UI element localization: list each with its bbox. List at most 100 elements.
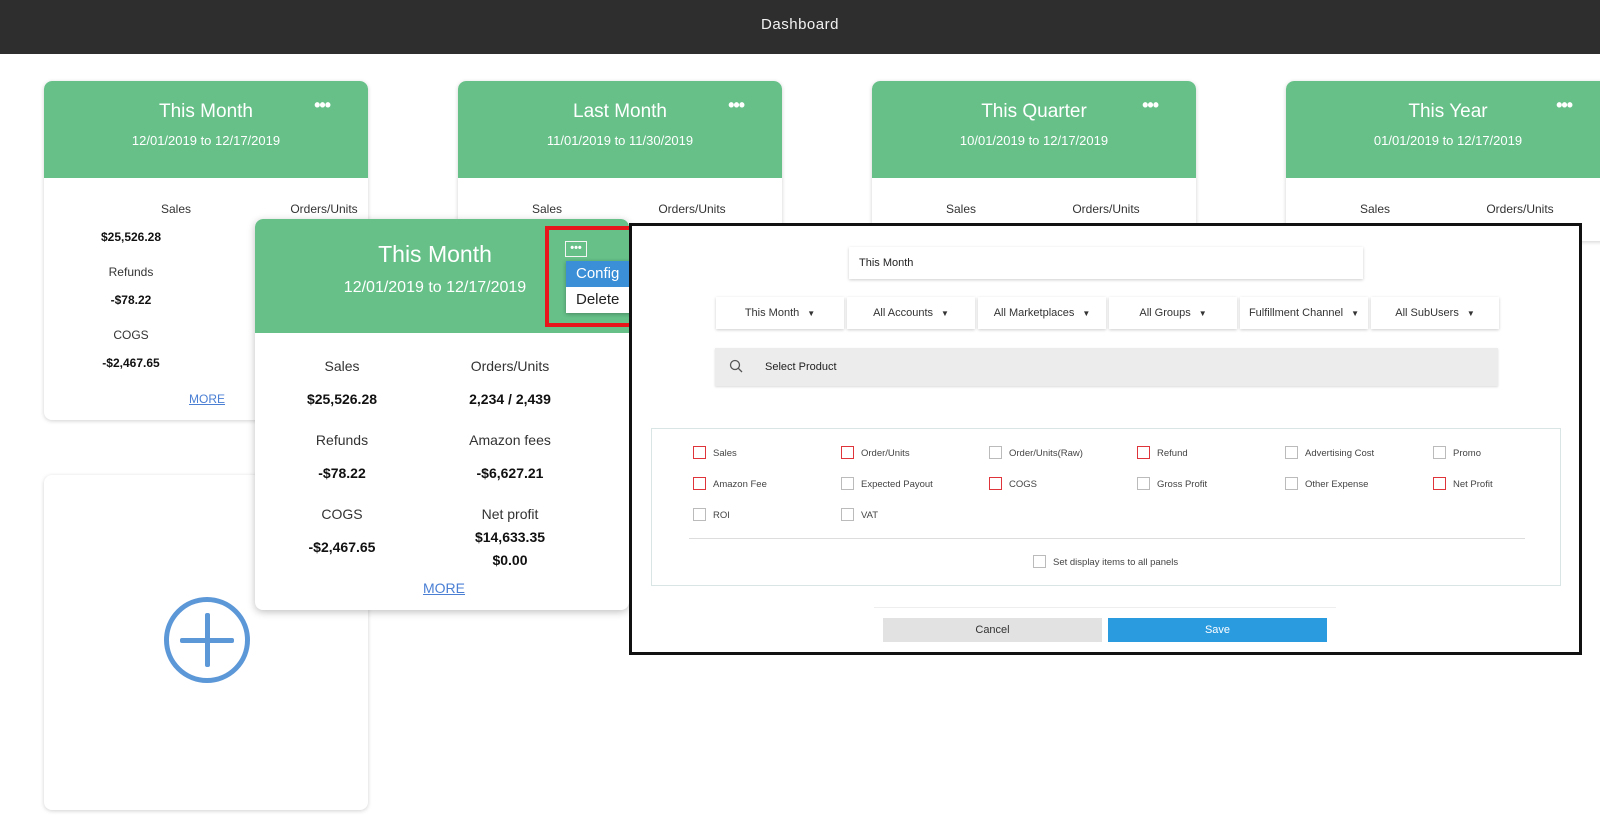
checkbox-label: Refund — [1157, 448, 1188, 459]
card-date-range: 12/01/2019 to 12/17/2019 — [131, 133, 281, 148]
cancel-button[interactable]: Cancel — [883, 618, 1102, 642]
divider — [874, 607, 1336, 608]
net-profit-label: Net profit — [481, 506, 539, 522]
caret-down-icon: ▼ — [1466, 309, 1475, 318]
date-range-dropdown[interactable]: This Month ▼ — [716, 297, 844, 329]
sales-value: $25,526.28 — [100, 230, 162, 244]
refunds-value: -$78.22 — [110, 293, 152, 307]
product-search-input[interactable]: Select Product — [715, 348, 1498, 386]
caret-down-icon: ▼ — [1082, 309, 1091, 318]
checkbox-label: Order/Units(Raw) — [1009, 448, 1083, 459]
save-button[interactable]: Save — [1108, 618, 1327, 642]
add-circle-icon[interactable] — [164, 597, 250, 683]
more-horizontal-icon[interactable]: ••• — [728, 95, 745, 116]
refunds-label: Refunds — [108, 265, 154, 279]
amazon-fees-label: Amazon fees — [469, 432, 551, 448]
checkbox-label: COGS — [1009, 479, 1037, 490]
checkbox-label: Advertising Cost — [1305, 448, 1375, 459]
caret-down-icon: ▼ — [807, 309, 816, 318]
caret-down-icon: ▼ — [941, 309, 949, 318]
page-title: Dashboard — [761, 16, 839, 33]
cogs-label: COGS — [321, 506, 363, 522]
more-link[interactable]: MORE — [189, 392, 225, 406]
amazon-fees-value: -$6,627.21 — [476, 465, 544, 481]
card-header: This Year 01/01/2019 to 12/17/2019 ••• — [1286, 81, 1600, 178]
checkbox-box — [1137, 477, 1150, 490]
refunds-label: Refunds — [315, 432, 369, 448]
more-horizontal-icon[interactable]: ••• — [1142, 95, 1159, 116]
card-header: This Month 12/01/2019 to 12/17/2019 ••• — [44, 81, 368, 178]
card-date-range: 10/01/2019 to 12/17/2019 — [959, 133, 1109, 148]
extra-value: $0.00 — [492, 552, 528, 568]
checkbox-box — [693, 508, 706, 521]
divider — [689, 538, 1525, 539]
checkbox-box — [693, 446, 706, 459]
summary-card-this-year: This Year 01/01/2019 to 12/17/2019 ••• S… — [1286, 81, 1600, 241]
dropdown-label: Fulfillment Channel — [1248, 307, 1344, 319]
orders-label: Orders/Units — [1486, 202, 1554, 216]
sales-label: Sales — [160, 202, 192, 216]
checkbox-box — [1285, 477, 1298, 490]
top-bar: Dashboard — [0, 0, 1600, 54]
accounts-dropdown[interactable]: All Accounts ▼ — [847, 297, 975, 329]
checkbox-label: Gross Profit — [1157, 479, 1208, 490]
search-placeholder: Select Product — [765, 361, 837, 373]
fulfillment-channel-dropdown[interactable]: Fulfillment Channel ▼ — [1240, 297, 1368, 329]
checkbox-label: Net Profit — [1453, 479, 1493, 490]
net-profit-value: $14,633.35 — [474, 529, 546, 545]
dropdown-label: All Groups — [1139, 307, 1191, 319]
sales-label: Sales — [945, 202, 977, 216]
checkbox-box — [1137, 446, 1150, 459]
more-horizontal-icon[interactable]: ••• — [1556, 95, 1573, 116]
groups-dropdown[interactable]: All Groups ▼ — [1109, 297, 1237, 329]
checkbox-label: Promo — [1453, 448, 1481, 459]
more-link[interactable]: MORE — [423, 580, 465, 596]
caret-down-icon: ▼ — [1198, 309, 1207, 318]
checkbox-label: Order/Units — [861, 448, 910, 459]
checkbox-box — [841, 446, 854, 459]
checkbox-box — [841, 477, 854, 490]
checkbox-box — [841, 508, 854, 521]
checkbox-box — [1433, 446, 1446, 459]
sales-label: Sales — [324, 358, 360, 374]
cogs-value: -$2,467.65 — [308, 539, 376, 555]
orders-value: 2,234 / 2,439 — [469, 391, 551, 407]
subusers-dropdown[interactable]: All SubUsers ▼ — [1371, 297, 1499, 329]
checkbox-box — [1285, 446, 1298, 459]
card-header: This Quarter 10/01/2019 to 12/17/2019 ••… — [872, 81, 1196, 178]
orders-label: Orders/Units — [658, 202, 726, 216]
card-header: Last Month 11/01/2019 to 11/30/2019 ••• — [458, 81, 782, 178]
more-horizontal-icon[interactable]: ••• — [314, 95, 331, 116]
cogs-label: COGS — [113, 328, 149, 342]
checkbox-label: Amazon Fee — [713, 479, 767, 490]
summary-card-this-quarter: This Quarter 10/01/2019 to 12/17/2019 ••… — [872, 81, 1196, 241]
card-title: This Year — [1408, 101, 1488, 122]
checkbox-label: Sales — [713, 448, 737, 459]
checkbox-box — [989, 477, 1002, 490]
cogs-value: -$2,467.65 — [102, 356, 160, 370]
sales-label: Sales — [531, 202, 563, 216]
checkbox-label: ROI — [713, 510, 730, 521]
checkbox-label: Other Expense — [1305, 479, 1369, 490]
card-date-range: 01/01/2019 to 12/17/2019 — [1373, 133, 1523, 148]
sales-value: $25,526.28 — [306, 391, 378, 407]
summary-card-last-month: Last Month 11/01/2019 to 11/30/2019 ••• … — [458, 81, 782, 241]
checkbox-label: Expected Payout — [861, 479, 933, 490]
checkbox-label: VAT — [861, 510, 879, 521]
checkbox-label: Set display items to all panels — [1053, 557, 1179, 568]
orders-label: Orders/Units — [470, 358, 550, 374]
checkbox-box — [1433, 477, 1446, 490]
dropdown-label: All SubUsers — [1395, 307, 1459, 319]
caret-down-icon: ▼ — [1351, 309, 1360, 318]
dropdown-label: All Marketplaces — [993, 307, 1075, 319]
marketplaces-dropdown[interactable]: All Marketplaces ▼ — [978, 297, 1106, 329]
refunds-value: -$78.22 — [318, 465, 366, 481]
dropdown-label: This Month — [744, 307, 800, 319]
checkbox-box — [989, 446, 1002, 459]
panel-name-input[interactable]: This Month — [849, 247, 1363, 279]
search-icon — [729, 359, 743, 373]
checkbox-box — [1033, 555, 1046, 568]
orders-label: Orders/Units — [1072, 202, 1140, 216]
orders-label: Orders/Units — [290, 202, 358, 216]
sales-label: Sales — [1359, 202, 1391, 216]
